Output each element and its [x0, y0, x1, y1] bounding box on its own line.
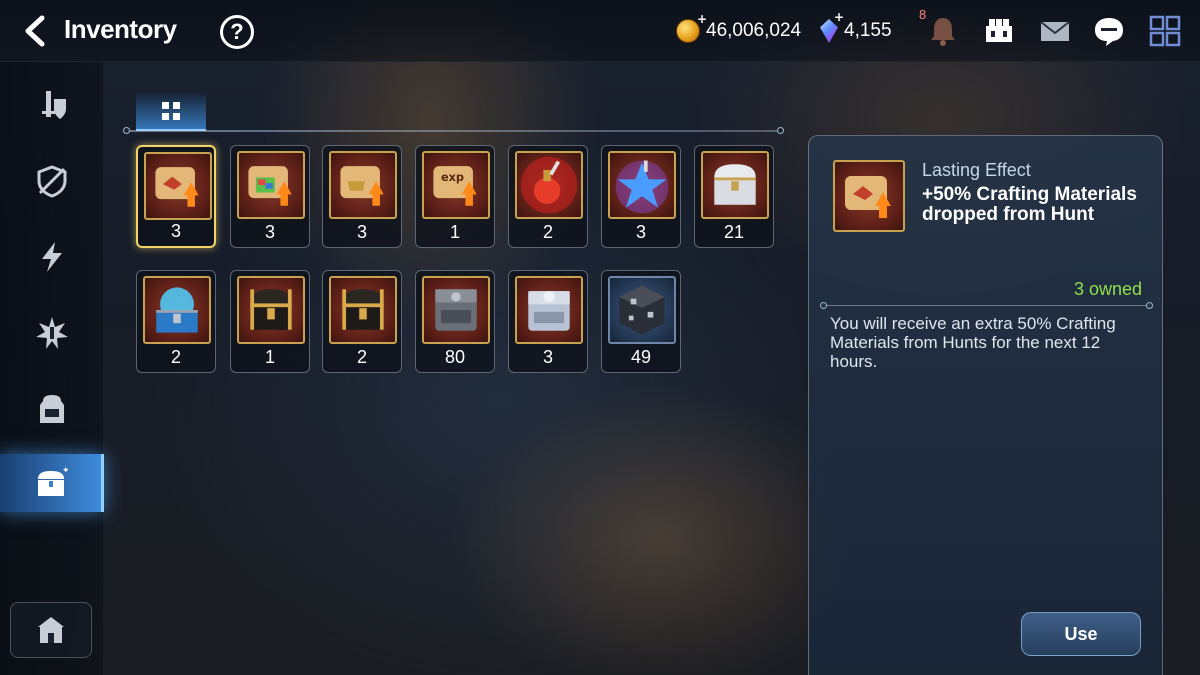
sidebar-item-skills[interactable]	[0, 228, 104, 286]
item-count: 21	[723, 222, 745, 242]
item-description: You will receive an extra 50% Crafting M…	[830, 314, 1116, 371]
gold-amount: 46,006,024	[706, 20, 802, 41]
item-count: 2	[542, 222, 553, 242]
back-arrow-icon[interactable]	[18, 14, 52, 48]
home-button[interactable]	[10, 602, 92, 658]
red-potion-icon	[515, 151, 583, 219]
item-count: 3	[264, 222, 275, 242]
black-gold-chest-icon	[237, 276, 305, 344]
item-slot[interactable]: exp 1	[415, 145, 495, 248]
scroll-crafting-icon	[144, 152, 212, 220]
sidebar-item-gear[interactable]	[0, 152, 104, 210]
divider-end-dot	[1146, 302, 1153, 309]
item-count: 3	[542, 347, 553, 367]
scroll-gold-icon	[329, 151, 397, 219]
divider-end-dot	[820, 302, 827, 309]
burst-icon	[36, 317, 68, 349]
owned-count: 3 owned	[1073, 279, 1142, 299]
gold-currency[interactable]: + 46,006,024	[676, 12, 802, 46]
detail-divider	[823, 305, 1150, 306]
item-count: 49	[630, 347, 652, 367]
item-detail-panel: Lasting Effect +50% Crafting Materials d…	[808, 135, 1163, 675]
crystal-currency[interactable]: + 4,155	[820, 10, 892, 46]
item-slot[interactable]: 3	[322, 145, 402, 248]
tab-all-items[interactable]	[136, 92, 206, 131]
sidebar-item-heroes[interactable]	[0, 76, 104, 134]
use-button[interactable]: Use	[1021, 612, 1141, 656]
menu-grid-icon[interactable]	[1148, 14, 1182, 48]
item-slot[interactable]: 1	[230, 270, 310, 373]
svg-text:✦: ✦	[62, 466, 69, 476]
item-type-label: Lasting Effect	[922, 160, 1031, 180]
steel-box-icon	[422, 276, 490, 344]
sidebar-item-runes[interactable]	[0, 304, 104, 362]
item-slot[interactable]: 3	[230, 145, 310, 248]
bell-icon[interactable]	[926, 14, 960, 48]
sidebar: ✦	[0, 62, 104, 675]
item-slot[interactable]: 3	[508, 270, 588, 373]
sidebar-item-chests[interactable]: ✦	[0, 454, 104, 512]
svg-text:exp: exp	[441, 171, 464, 184]
dark-cube-icon	[608, 276, 676, 344]
item-slot[interactable]: 49	[601, 270, 681, 373]
hero-icon	[42, 91, 66, 119]
item-slot[interactable]: 2	[322, 270, 402, 373]
scroll-rainbow-icon	[237, 151, 305, 219]
grid-icon	[162, 101, 180, 120]
item-slot[interactable]: 80	[415, 270, 495, 373]
castle-home-icon	[38, 617, 64, 643]
guild-icon[interactable]	[982, 14, 1016, 48]
item-count: 2	[170, 347, 181, 367]
black-gold-chest-icon	[329, 276, 397, 344]
page-title: Inventory	[64, 14, 177, 44]
item-count: 1	[264, 347, 275, 367]
sidebar-item-materials[interactable]	[0, 380, 104, 438]
item-slot[interactable]: 2	[508, 145, 588, 248]
treasure-chest-icon: ✦	[37, 466, 69, 496]
item-slot[interactable]: 2	[136, 270, 216, 373]
scroll-crafting-icon	[833, 160, 905, 232]
top-bar: Inventory ? + 46,006,024 + 4,155 8	[0, 0, 1200, 62]
item-count: 80	[444, 347, 466, 367]
blue-star-icon	[608, 151, 676, 219]
item-count: 3	[635, 222, 646, 242]
item-count: 1	[449, 222, 460, 242]
item-count: 3	[356, 222, 367, 242]
lightning-icon	[42, 242, 62, 272]
blue-chest-icon	[143, 276, 211, 344]
divider-end-dot	[123, 127, 130, 134]
item-name: +50% Crafting Materials dropped from Hun…	[922, 184, 1137, 225]
item-slot[interactable]: 3	[601, 145, 681, 248]
chat-icon[interactable]	[1092, 14, 1126, 48]
tab-divider	[126, 130, 782, 132]
item-slot[interactable]: 3	[136, 145, 216, 248]
scroll-exp-icon: exp	[422, 151, 490, 219]
item-count: 2	[356, 347, 367, 367]
silver-box-icon	[515, 276, 583, 344]
backpack-icon	[40, 395, 64, 423]
item-slot[interactable]: 21	[694, 145, 774, 248]
item-count: 3	[170, 221, 181, 241]
silver-chest-icon	[701, 151, 769, 219]
help-icon[interactable]: ?	[220, 15, 254, 49]
mail-icon[interactable]	[1038, 14, 1072, 48]
no-shield-icon	[37, 165, 67, 198]
divider-end-dot	[777, 127, 784, 134]
gold-coin-icon: +	[676, 12, 707, 43]
